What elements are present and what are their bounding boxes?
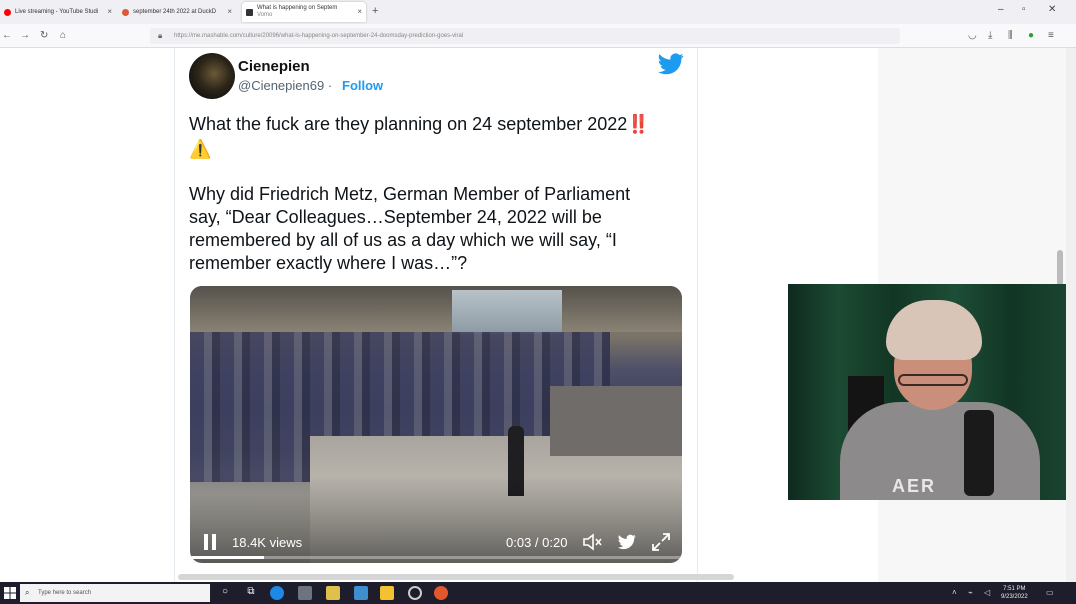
video-time: 0:03 / 0:20 bbox=[506, 535, 568, 550]
tab-subtitle: Vomo bbox=[257, 12, 273, 18]
follow-button[interactable]: Follow bbox=[342, 78, 383, 93]
tweet-author-name[interactable]: Cienepien bbox=[238, 58, 310, 75]
webcam-shirt bbox=[840, 402, 1040, 500]
pause-bar bbox=[204, 534, 208, 550]
volume-muted-icon[interactable] bbox=[582, 533, 602, 551]
new-tab-icon[interactable]: + bbox=[372, 5, 378, 17]
pause-button[interactable] bbox=[204, 534, 218, 550]
back-icon[interactable]: ← bbox=[2, 30, 12, 41]
video-view-count: 18.4K views bbox=[232, 535, 303, 550]
clock-time: 7:51 PM bbox=[1003, 586, 1026, 592]
tweet-handle-row: @Cienepien69 · bbox=[238, 78, 332, 93]
webcam-strap bbox=[964, 410, 994, 496]
webcam-shirt-text: AER bbox=[892, 476, 937, 496]
horizontal-scrollbar[interactable] bbox=[178, 574, 734, 580]
taskbar-search-input[interactable]: ⌕ Type here to search bbox=[20, 584, 210, 602]
firefox-icon[interactable] bbox=[434, 586, 448, 600]
warning-emoji: ⚠️ bbox=[189, 139, 212, 159]
store-icon[interactable] bbox=[298, 586, 312, 600]
home-icon[interactable]: ⌂ bbox=[60, 30, 66, 41]
minimize-icon[interactable]: – bbox=[998, 4, 1004, 15]
video-progress-fill bbox=[190, 556, 264, 559]
separator: · bbox=[327, 78, 333, 93]
library-icon[interactable]: ⫼ bbox=[1008, 30, 1013, 41]
obs-icon[interactable] bbox=[408, 586, 422, 600]
extension-icon[interactable]: ● bbox=[1028, 30, 1034, 41]
forward-icon[interactable]: → bbox=[20, 30, 30, 41]
tab-title: september 24th 2022 at DuckD bbox=[133, 9, 217, 15]
scrollbar-thumb[interactable] bbox=[1057, 250, 1063, 286]
duckduckgo-icon bbox=[122, 8, 129, 16]
clock-date: 9/23/2022 bbox=[1001, 594, 1028, 600]
tweet-body-line: Why did Friedrich Metz, German Member of… bbox=[189, 184, 631, 204]
pocket-icon[interactable]: ◡ bbox=[968, 30, 977, 41]
video-player[interactable]: 18.4K views 0:03 / 0:20 bbox=[190, 286, 682, 563]
taskbar-clock[interactable]: 7:51 PM 9/23/2022 bbox=[1001, 585, 1028, 601]
double-exclamation-emoji: ‼️ bbox=[627, 114, 650, 134]
tab-duckduckgo[interactable]: september 24th 2022 at DuckD × bbox=[118, 2, 236, 22]
search-placeholder: Type here to search bbox=[38, 590, 92, 596]
vertical-scrollbar[interactable] bbox=[1066, 48, 1076, 582]
task-view-icon[interactable]: ⧉ bbox=[244, 586, 258, 600]
tweet-handle[interactable]: @Cienepien69 bbox=[238, 78, 324, 93]
download-icon[interactable]: ⤓ bbox=[988, 30, 992, 41]
pause-bar bbox=[212, 534, 216, 550]
video-progress-bar[interactable] bbox=[190, 556, 682, 559]
cortana-icon[interactable]: ○ bbox=[218, 586, 232, 600]
windows-taskbar: ⌕ Type here to search ○ ⧉ ˄ ⌁ ◁ 7:51 PM … bbox=[0, 582, 1076, 604]
tweet-body-line: remembered by all of us as a day which w… bbox=[189, 230, 617, 250]
tab-mashable[interactable]: What is happening on Septem Vomo × bbox=[242, 2, 366, 22]
network-icon[interactable]: ⌁ bbox=[968, 588, 973, 597]
webcam-overlay: AER bbox=[788, 284, 1066, 500]
file-explorer-icon[interactable] bbox=[326, 586, 340, 600]
mashable-icon bbox=[246, 8, 253, 16]
reload-icon[interactable]: ↻ bbox=[40, 30, 48, 41]
edge-icon[interactable] bbox=[270, 586, 284, 600]
tweet-body-line: remember exactly where I was…”? bbox=[189, 253, 468, 273]
fullscreen-icon[interactable] bbox=[651, 532, 671, 552]
mail-icon[interactable] bbox=[354, 586, 368, 600]
twitter-bird-icon[interactable] bbox=[618, 534, 636, 550]
menu-icon[interactable]: ≡ bbox=[1048, 30, 1054, 41]
tab-bar: Live streaming - YouTube Studi × septemb… bbox=[0, 0, 1076, 24]
maximize-icon[interactable]: ▫ bbox=[1022, 4, 1026, 15]
tab-youtube-studio[interactable]: Live streaming - YouTube Studi × bbox=[0, 2, 116, 22]
twitter-bird-icon[interactable] bbox=[658, 53, 684, 75]
video-frame-ceiling bbox=[190, 286, 682, 332]
sticky-notes-icon[interactable] bbox=[380, 586, 394, 600]
url-text: https://me.mashable.com/culture/20096/wh… bbox=[174, 33, 464, 39]
speaker-icon[interactable]: ◁ bbox=[984, 588, 990, 597]
tweet-line-1-text: What the fuck are they planning on 24 se… bbox=[189, 114, 628, 134]
tweet-body-line: say, “Dear Colleagues…September 24, 2022… bbox=[189, 207, 602, 227]
tray-chevron-icon[interactable]: ˄ bbox=[952, 588, 957, 597]
notification-icon[interactable]: ▭ bbox=[1046, 588, 1054, 597]
lock-icon: 🔒︎ bbox=[158, 31, 163, 40]
tweet-line-1: What the fuck are they planning on 24 se… bbox=[189, 113, 650, 136]
youtube-icon bbox=[4, 8, 11, 16]
close-tab-icon[interactable]: × bbox=[357, 7, 362, 16]
webcam-glasses bbox=[898, 374, 968, 386]
close-window-icon[interactable]: ✕ bbox=[1048, 4, 1056, 15]
tab-title: Live streaming - YouTube Studi bbox=[15, 9, 99, 15]
tab-title: What is happening on Septem bbox=[257, 5, 338, 11]
video-frame-window bbox=[452, 290, 562, 334]
url-bar[interactable]: ◐ 🔒︎ https://me.mashable.com/culture/200… bbox=[150, 28, 900, 44]
close-tab-icon[interactable]: × bbox=[227, 7, 232, 16]
avatar[interactable] bbox=[189, 53, 235, 99]
tab-title-block: What is happening on Septem Vomo bbox=[257, 5, 337, 19]
video-frame-bench bbox=[550, 386, 682, 456]
close-tab-icon[interactable]: × bbox=[107, 7, 112, 16]
windows-start-icon[interactable] bbox=[4, 587, 16, 599]
webcam-hair bbox=[886, 300, 982, 360]
search-icon: ⌕ bbox=[25, 588, 30, 597]
